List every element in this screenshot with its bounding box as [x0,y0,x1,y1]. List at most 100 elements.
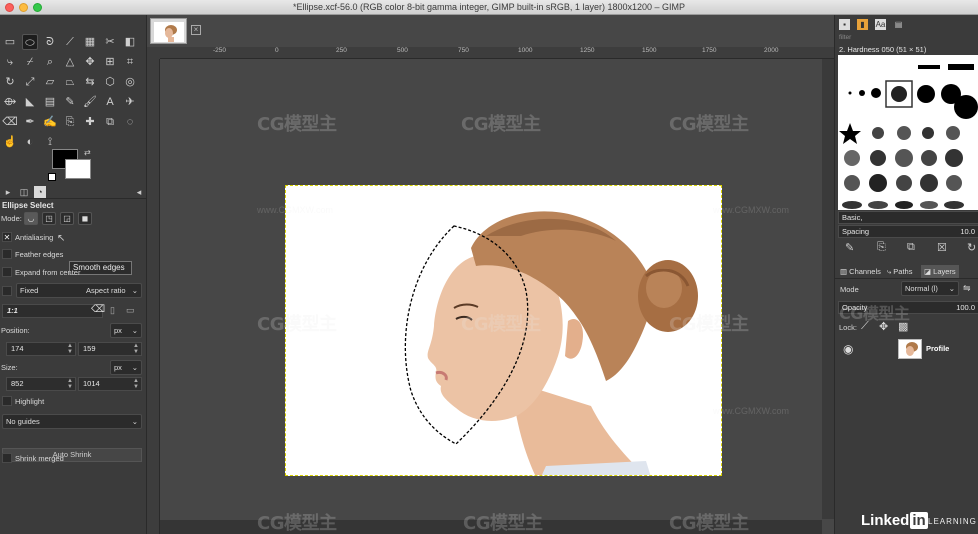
warp-tool-icon[interactable]: ◎ [122,74,138,90]
spacing-slider[interactable]: Spacing 10.0 [838,225,978,238]
mode-add-button[interactable]: ◳ [42,212,56,225]
ink-tool-icon[interactable]: ✒ [22,114,38,130]
zoom-tool-icon[interactable]: ⌕ [42,54,58,70]
tool-options-tab-icon[interactable]: ▸ [2,186,14,198]
clear-ratio-icon[interactable]: ⌫ [91,304,105,315]
align-tool-icon[interactable]: ⊞ [102,54,118,70]
eraser-tool-icon[interactable]: ⌫ [2,114,18,130]
scissors-tool-icon[interactable]: ✂ [102,34,118,50]
edit-brush-icon[interactable]: ✎ [845,241,854,254]
document-history-tab-icon[interactable]: ▤ [893,19,904,30]
color-picker-small-icon[interactable]: ⟟ [42,134,58,150]
blend-tool-icon[interactable]: ▤ [42,94,58,110]
vertical-ruler[interactable] [147,59,160,534]
fuzzy-select-tool-icon[interactable]: ⟋ [62,34,78,50]
new-brush-icon[interactable]: ⎘ [877,241,886,254]
landscape-icon[interactable]: ▭ [126,305,135,316]
heal-tool-icon[interactable]: ✚ [82,114,98,130]
measure-tool-icon[interactable]: △ [62,54,78,70]
fixed-aspect-dropdown[interactable]: Fixed Aspect ratio ⌄ [16,283,142,298]
spinner-icon[interactable]: ▲ ▼ [133,378,139,390]
rotate-tool-icon[interactable]: ↻ [2,74,18,90]
visibility-eye-icon[interactable]: ◉ [843,342,853,356]
close-tab-icon[interactable]: × [191,25,201,35]
brushes-tab-icon[interactable]: ▪ [839,19,850,30]
tab-layers[interactable]: ◪ Layers [921,265,959,278]
shrink-merged-checkbox[interactable] [2,453,12,463]
flip-tool-icon[interactable]: ⇆ [82,74,98,90]
bucket-fill-tool-icon[interactable]: ◣ [22,94,38,110]
guides-dropdown[interactable]: No guides ⌄ [2,414,142,429]
color-select-tool-icon[interactable]: ▦ [82,34,98,50]
move-tool-icon[interactable]: ✥ [82,54,98,70]
free-select-tool-icon[interactable]: ᘐ [42,34,58,50]
smudge-tool-icon[interactable]: ☝ [2,134,18,150]
layer-mode-dropdown[interactable]: Normal (l) ⌄ [901,281,959,296]
background-color-swatch[interactable] [65,159,91,179]
mypaint-brush-tool-icon[interactable]: ✍ [42,114,58,130]
mode-intersect-button[interactable]: ◼ [78,212,92,225]
position-unit-dropdown[interactable]: px ⌄ [110,323,142,338]
text-tool-icon[interactable]: A [102,94,118,110]
cage-tool-icon[interactable]: ⬡ [102,74,118,90]
reset-colors-icon[interactable] [48,173,56,181]
ruler-corner[interactable] [147,47,160,59]
blur-tool-icon[interactable]: ◌ [122,114,138,130]
brush-grid[interactable] [838,55,978,210]
expand-from-center-label: Expand from center [15,268,81,277]
ellipse-select-tool-icon[interactable]: ⬭ [22,34,38,50]
panel-menu-icon[interactable]: ◂ [133,186,145,198]
foreground-select-tool-icon[interactable]: ◧ [122,34,138,50]
brush-filter-input[interactable]: filter [839,34,851,41]
swap-colors-icon[interactable]: ⇄ [84,148,91,157]
size-height-input[interactable]: 1014 ▲ ▼ [78,377,142,391]
mode-replace-button[interactable]: ◡ [24,212,38,225]
rect-select-tool-icon[interactable]: ▭ [2,34,18,50]
clone-tool-icon[interactable]: ⎘ [62,114,78,130]
position-x-input[interactable]: 174 ▲ ▼ [6,342,76,356]
crop-tool-icon[interactable]: ⌗ [122,54,138,70]
paths-tool-icon[interactable]: ⤷ [2,54,18,70]
unified-transform-tool-icon[interactable]: ⟴ [2,94,18,110]
device-status-tab-icon[interactable]: ◫ [18,186,30,198]
feather-edges-checkbox[interactable] [2,249,12,259]
paintbrush-tool-icon[interactable]: 🖌 [82,94,98,110]
size-unit-dropdown[interactable]: px ⌄ [110,360,142,375]
perspective-clone-tool-icon[interactable]: ⧉ [102,114,118,130]
shear-tool-icon[interactable]: ▱ [42,74,58,90]
antialiasing-checkbox[interactable]: ✕ [2,232,12,242]
spinner-icon[interactable]: ▲ ▼ [133,343,139,355]
duplicate-brush-icon[interactable]: ⧉ [907,241,915,254]
size-width-input[interactable]: 852 ▲ ▼ [6,377,76,391]
refresh-brushes-icon[interactable]: ↻ [967,241,976,254]
position-y-input[interactable]: 159 ▲ ▼ [78,342,142,356]
horizontal-ruler[interactable]: -250 0 250 500 750 1000 1250 1500 1750 2… [160,47,834,59]
tab-paths[interactable]: ⤷ Paths [884,265,915,278]
vertical-scrollbar[interactable] [822,59,834,519]
watermark: CG模型主 [669,314,749,335]
canvas-viewport[interactable]: CG模型主 CG模型主 CG模型主 CG模型主 CG模型主 CG模型主 www.… [161,60,821,515]
fixed-checkbox[interactable] [2,286,12,296]
mode-subtract-button[interactable]: ◲ [60,212,74,225]
ratio-input[interactable]: 1:1 [2,304,103,318]
highlight-checkbox[interactable] [2,396,12,406]
airbrush-tool-icon[interactable]: ✈ [122,94,138,110]
spinner-icon[interactable]: ▲ ▼ [67,378,73,390]
brush-preset-field[interactable]: Basic, [838,211,978,224]
layer-mode-reset-icon[interactable]: ⇋ [963,283,971,294]
expand-from-center-checkbox[interactable] [2,267,12,277]
dodge-burn-tool-icon[interactable]: ◐ [22,134,38,150]
image-tab[interactable] [150,18,187,44]
tab-channels[interactable]: ▥ Channels [837,265,884,278]
pencil-tool-icon[interactable]: ✎ [62,94,78,110]
scale-tool-icon[interactable]: ⤢ [22,74,38,90]
layer-row[interactable]: ◉ Profile [838,337,978,361]
color-picker-tool-icon[interactable]: ⌿ [22,54,38,70]
fonts-tab-icon[interactable]: Aa [875,19,886,30]
perspective-tool-icon[interactable]: ⏢ [62,74,78,90]
spinner-icon[interactable]: ▲ ▼ [67,343,73,355]
delete-brush-icon[interactable]: ☒ [937,241,947,254]
portrait-icon[interactable]: ▯ [110,305,115,316]
patterns-tab-icon[interactable]: ▮ [857,19,868,30]
undo-history-tab-icon[interactable]: ◔ [34,186,46,198]
